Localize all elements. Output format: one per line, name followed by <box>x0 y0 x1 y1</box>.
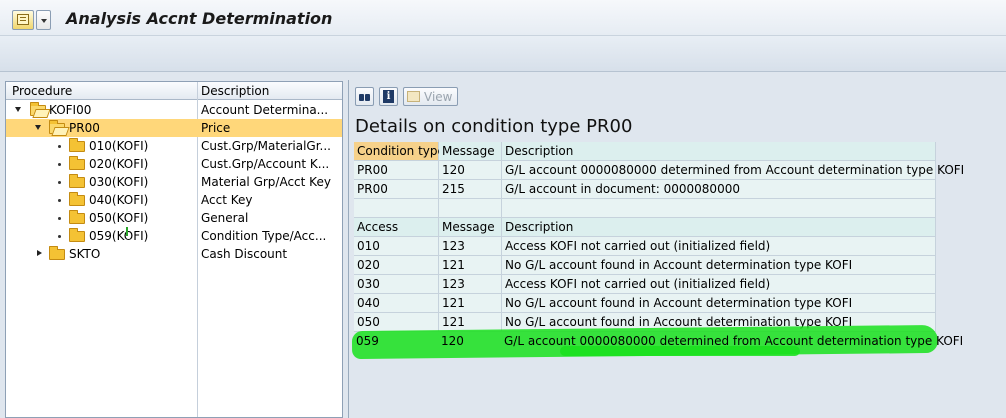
mouse-cursor-mark <box>126 227 128 236</box>
grid-cell[interactable]: 050 <box>354 313 439 332</box>
folder-icon <box>69 210 85 224</box>
tree-label: 040(KOFI) <box>89 193 149 207</box>
grid-cell[interactable]: Access KOFI not carried out (initialized… <box>502 275 936 294</box>
grid-header-access[interactable]: Access <box>354 218 439 237</box>
tree-label: 020(KOFI) <box>89 157 149 171</box>
grid-cell[interactable]: Access KOFI not carried out (initialized… <box>502 237 936 256</box>
grid-header-message[interactable]: Message <box>439 142 502 161</box>
bullet-icon <box>58 145 61 148</box>
view-button[interactable]: View <box>403 87 458 106</box>
grid-header-description[interactable]: Description <box>502 142 936 161</box>
title-bar: Analysis Accnt Determination <box>0 0 1006 36</box>
bullet-icon <box>58 199 61 202</box>
view-icon <box>407 91 420 102</box>
grid-cell[interactable]: 121 <box>439 256 502 275</box>
grid-cell[interactable]: 059 <box>353 332 438 351</box>
collapse-arrow-icon[interactable] <box>15 107 21 112</box>
tree-desc: Condition Type/Acc... <box>201 229 327 243</box>
bullet-icon <box>58 181 61 184</box>
folder-icon <box>49 246 65 260</box>
info-icon: i <box>383 90 394 103</box>
tree-row-skto[interactable]: SKTO Cash Discount <box>6 245 342 263</box>
tree-desc: Cust.Grp/MaterialGr... <box>201 139 331 153</box>
find-button[interactable] <box>355 87 374 106</box>
tree-row-059[interactable]: 059(KOFI) Condition Type/Acc... <box>6 227 342 245</box>
grid-header-message[interactable]: Message <box>439 218 502 237</box>
tree-label: 010(KOFI) <box>89 139 149 153</box>
tree-row-030[interactable]: 030(KOFI) Material Grp/Acct Key <box>6 173 342 191</box>
tree-header-description[interactable]: Description <box>201 84 269 98</box>
folder-icon <box>69 174 85 188</box>
tree-header-procedure[interactable]: Procedure <box>12 84 72 98</box>
details-title: Details on condition type PR00 <box>355 116 633 137</box>
tree-label: 030(KOFI) <box>89 175 149 189</box>
bullet-icon <box>58 217 61 220</box>
tree-row-040[interactable]: 040(KOFI) Acct Key <box>6 191 342 209</box>
binoculars-icon <box>359 92 370 101</box>
grid-cell[interactable]: 121 <box>439 294 502 313</box>
grid-cell[interactable]: G/L account in document: 0000080000 <box>502 180 936 199</box>
grid-cell[interactable]: G/L account 0000080000 determined from A… <box>502 161 964 180</box>
tree-label: SKTO <box>69 247 101 261</box>
folder-open-icon <box>49 120 65 134</box>
tree-row-kofi00[interactable]: KOFI00 Account Determina... <box>6 101 342 119</box>
details-panel: i View Details on condition type PR00 Co… <box>348 80 1006 418</box>
tree-row-020[interactable]: 020(KOFI) Cust.Grp/Account K... <box>6 155 342 173</box>
grid-cell[interactable]: 010 <box>354 237 439 256</box>
tree-label: 050(KOFI) <box>89 211 149 225</box>
grid-cell[interactable]: 123 <box>439 237 502 256</box>
bullet-icon <box>58 163 61 166</box>
tree-desc: General <box>201 211 249 225</box>
tree-desc: Cust.Grp/Account K... <box>201 157 330 171</box>
procedure-tree: Procedure Description KOFI00 Account Det… <box>5 81 343 418</box>
grid-cell[interactable]: 120 <box>439 161 502 180</box>
tree-row-010[interactable]: 010(KOFI) Cust.Grp/MaterialGr... <box>6 137 342 155</box>
grid-cell-empty[interactable] <box>439 199 502 218</box>
tree-desc: Account Determina... <box>201 103 329 117</box>
tree-label: KOFI00 <box>49 103 92 117</box>
system-menu-button[interactable] <box>12 10 34 30</box>
grid-cell[interactable]: PR00 <box>354 180 439 199</box>
menu-dropdown-button[interactable] <box>36 10 51 30</box>
tree-desc: Price <box>201 121 231 135</box>
toolbar <box>0 36 1006 72</box>
grid-header-description[interactable]: Description <box>502 218 936 237</box>
folder-icon <box>69 192 85 206</box>
grid-cell[interactable]: 123 <box>439 275 502 294</box>
tree-desc: Material Grp/Acct Key <box>201 175 331 189</box>
bullet-icon <box>58 235 61 238</box>
expand-arrow-icon[interactable] <box>37 250 42 256</box>
tree-row-050[interactable]: 050(KOFI) General <box>6 209 342 227</box>
grid-cell[interactable]: 215 <box>439 180 502 199</box>
info-button[interactable]: i <box>379 87 398 106</box>
grid-cell[interactable]: No G/L account found in Account determin… <box>502 294 936 313</box>
grid-cell[interactable]: 030 <box>354 275 439 294</box>
tree-row-pr00[interactable]: PR00 Price <box>6 119 342 137</box>
tree-header: Procedure Description <box>6 82 342 100</box>
folder-icon <box>69 156 85 170</box>
grid-header-condition-type[interactable]: Condition type <box>354 142 445 161</box>
tree-desc: Acct Key <box>201 193 253 207</box>
grid-cell-empty[interactable] <box>354 199 439 218</box>
grid-cell[interactable]: 020 <box>354 256 439 275</box>
tree-label: PR00 <box>69 121 100 135</box>
folder-icon <box>69 138 85 152</box>
grid-cell[interactable]: No G/L account found in Account determin… <box>502 256 936 275</box>
window-title: Analysis Accnt Determination <box>66 9 333 28</box>
menu-icon <box>17 14 29 25</box>
grid-cell[interactable]: 040 <box>354 294 439 313</box>
grid-cell[interactable]: G/L account 0000080000 determined from A… <box>501 332 963 351</box>
grid-cell-empty[interactable] <box>502 199 936 218</box>
grid-cell[interactable]: 120 <box>438 332 501 351</box>
collapse-arrow-icon[interactable] <box>35 125 41 130</box>
folder-icon <box>69 228 85 242</box>
folder-open-icon <box>30 102 46 116</box>
view-button-label: View <box>424 90 453 104</box>
tree-label: 059(KOFI) <box>89 229 149 243</box>
tree-desc: Cash Discount <box>201 247 288 261</box>
grid-cell[interactable]: PR00 <box>354 161 439 180</box>
